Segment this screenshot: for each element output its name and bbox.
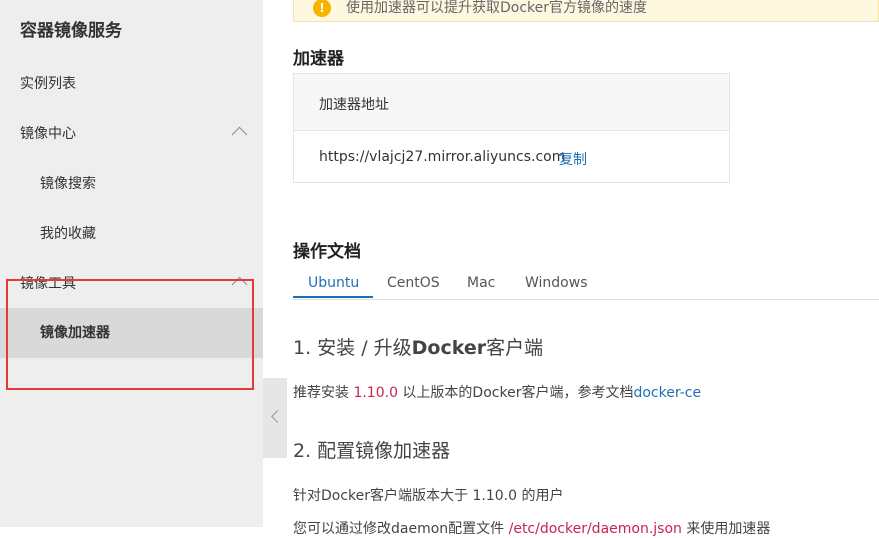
sidebar-collapse-button[interactable] <box>263 378 287 458</box>
step1-text: 推荐安装 1.10.0 以上版本的Docker客户端，参考文档docker-ce <box>293 382 701 402</box>
table-row: https://vlajcj27.mirror.aliyuncs.com 复制 <box>294 131 729 183</box>
sidebar-item-favorites[interactable]: 我的收藏 <box>0 209 263 259</box>
sidebar-item-label: 镜像中心 <box>20 126 76 142</box>
copy-link[interactable]: 复制 <box>559 149 587 169</box>
accelerator-table: 加速器地址 https://vlajcj27.mirror.aliyuncs.c… <box>293 73 730 183</box>
step2-text2: 您可以通过修改daemon配置文件 /etc/docker/daemon.jso… <box>293 518 770 538</box>
step1-heading-suffix: 客户端 <box>486 337 544 359</box>
sidebar-item-label: 实例列表 <box>20 76 76 92</box>
sidebar: 容器镜像服务 实例列表 镜像中心 镜像搜索 我的收藏 镜像工具 镜像加速器 <box>0 0 263 527</box>
accelerator-url: https://vlajcj27.mirror.aliyuncs.com <box>319 149 566 165</box>
table-header: 加速器地址 <box>294 74 729 131</box>
warning-icon: ! <box>313 0 331 17</box>
banner-text: 使用加速器可以提升获取Docker官方镜像的速度 <box>346 0 648 16</box>
tab-mac[interactable]: Mac <box>467 275 495 291</box>
tab-windows[interactable]: Windows <box>525 275 588 291</box>
step2-text: 针对Docker客户端版本大于 1.10.0 的用户 <box>293 488 564 504</box>
tab-ubuntu[interactable]: Ubuntu <box>308 275 359 291</box>
info-banner: ! 使用加速器可以提升获取Docker官方镜像的速度 <box>293 0 879 22</box>
step2-text2-after: 来使用加速器 <box>681 521 771 537</box>
sidebar-item-mirror-search[interactable]: 镜像搜索 <box>0 159 263 209</box>
highlight-box <box>6 279 254 390</box>
accelerator-heading: 加速器 <box>293 49 344 69</box>
chevron-left-icon <box>271 410 284 423</box>
active-tab-indicator <box>293 296 373 298</box>
step1-heading-prefix: 1. 安装 / 升级 <box>293 337 412 359</box>
docker-ce-link[interactable]: docker-ce <box>633 385 701 401</box>
chevron-up-icon <box>231 126 248 143</box>
step1-text-before: 推荐安装 <box>293 385 354 401</box>
sidebar-item-label: 我的收藏 <box>40 226 96 242</box>
step2-text2-before: 您可以通过修改daemon配置文件 <box>293 521 509 537</box>
version-code: 1.10.0 <box>353 385 398 401</box>
step1-heading: 1. 安装 / 升级Docker客户端 <box>293 333 543 360</box>
tab-centos[interactable]: CentOS <box>387 275 440 291</box>
sidebar-item-instances[interactable]: 实例列表 <box>0 59 263 109</box>
docs-heading: 操作文档 <box>293 242 361 262</box>
sidebar-item-label: 镜像搜索 <box>40 176 96 192</box>
sidebar-title: 容器镜像服务 <box>20 21 122 41</box>
sidebar-group-mirror-center[interactable]: 镜像中心 <box>0 109 263 159</box>
daemon-path-code: /etc/docker/daemon.json <box>508 521 682 537</box>
step1-heading-bold: Docker <box>411 337 487 359</box>
step2-heading: 2. 配置镜像加速器 <box>293 440 451 462</box>
os-tabs: Ubuntu CentOS Mac Windows <box>293 268 879 300</box>
column-header: 加速器地址 <box>319 97 389 113</box>
step1-text-after: 以上版本的Docker客户端，参考文档 <box>397 385 634 401</box>
